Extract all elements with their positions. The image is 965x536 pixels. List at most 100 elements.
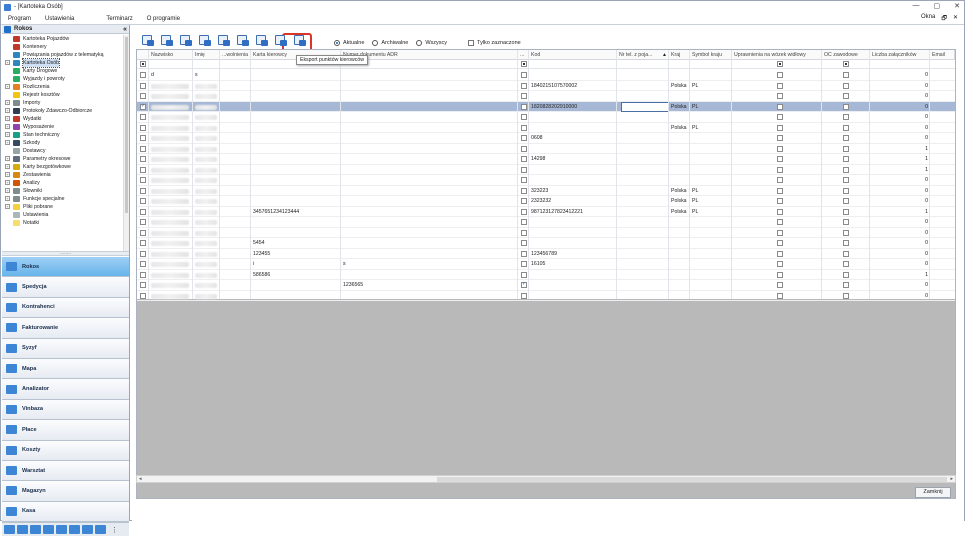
tree-item[interactable]: + Protokoły Zdawczo-Odbiorcze	[2, 107, 122, 115]
radio-archiwalne-label[interactable]: Archiwalne	[381, 40, 408, 46]
grid-cell[interactable]	[669, 270, 690, 280]
row-checkbox[interactable]	[843, 166, 849, 173]
row-checkbox[interactable]	[777, 166, 783, 173]
grid-cell[interactable]	[149, 175, 193, 185]
column-header[interactable]: Email	[930, 50, 955, 60]
grid-cell[interactable]	[193, 270, 220, 280]
table-row[interactable]: 1	[137, 165, 955, 175]
nav-button-mapa[interactable]: Mapa	[2, 358, 129, 380]
table-row[interactable]: 0	[137, 228, 955, 238]
grid-cell[interactable]: 0	[870, 123, 930, 133]
grid-cell[interactable]	[529, 228, 617, 238]
nav-button-magazyn[interactable]: Magazyn	[2, 481, 129, 502]
tree-item[interactable]: + Rozliczenia	[2, 83, 122, 91]
nav-button-rokos[interactable]: Rokos	[2, 257, 129, 278]
grid-cell[interactable]	[251, 81, 341, 91]
grid-cell[interactable]	[529, 123, 617, 133]
grid-cell[interactable]	[690, 217, 732, 227]
grid-cell[interactable]	[193, 228, 220, 238]
column-header[interactable]: ...wolnienia	[220, 50, 251, 60]
add-icon[interactable]	[138, 32, 156, 48]
grid-cell[interactable]: 0	[870, 238, 930, 248]
grid-cell[interactable]	[149, 133, 193, 143]
scroll-thumb[interactable]	[125, 37, 128, 213]
horizontal-scrollbar[interactable]: ◂ ▸	[136, 475, 956, 483]
column-header[interactable]: Kod	[529, 50, 617, 60]
row-checkbox[interactable]	[140, 114, 146, 120]
row-checkbox[interactable]	[777, 250, 783, 257]
grid-cell[interactable]: 2323232	[529, 196, 617, 206]
pane-splitter[interactable]: ........	[2, 251, 129, 256]
print-icon[interactable]	[252, 32, 270, 48]
grid-cell[interactable]	[690, 144, 732, 154]
row-checkbox[interactable]	[521, 103, 527, 110]
row-checkbox[interactable]	[777, 156, 783, 162]
table-row[interactable]: 123455 123456789 0	[137, 249, 955, 259]
grid-cell[interactable]	[341, 207, 518, 217]
row-checkbox[interactable]	[777, 145, 783, 152]
table-row[interactable]: 0	[137, 112, 955, 123]
menu-okna[interactable]: Okna	[921, 14, 935, 24]
nav-button-analizator[interactable]: Analizator	[2, 379, 129, 400]
filter-checkbox[interactable]	[140, 61, 146, 67]
row-checkbox[interactable]	[777, 229, 783, 236]
grid-cell[interactable]	[669, 144, 690, 154]
column-header[interactable]: Liczba załączników	[870, 50, 930, 60]
tree-item[interactable]: + Wyposażenie	[2, 123, 122, 131]
table-row[interactable]: 5454 0	[137, 238, 955, 249]
row-checkbox[interactable]	[777, 261, 783, 267]
grid-cell[interactable]	[251, 144, 341, 154]
column-header[interactable]: Nazwisko	[149, 50, 193, 60]
grid-cell[interactable]: PL	[690, 186, 732, 196]
export-icon[interactable]	[271, 32, 289, 48]
grid-cell[interactable]	[690, 291, 732, 301]
row-checkbox[interactable]	[521, 240, 527, 246]
grid-cell[interactable]	[251, 280, 341, 290]
grid-cell[interactable]	[341, 196, 518, 206]
grid-cell[interactable]	[193, 249, 220, 259]
row-checkbox[interactable]	[843, 292, 849, 299]
grid-cell[interactable]	[341, 175, 518, 185]
row-checkbox[interactable]	[843, 82, 849, 89]
tree-item[interactable]: + Karty bezgotówkowe	[2, 163, 122, 171]
column-header[interactable]: Symbol kraju	[690, 50, 732, 60]
nav-button-koszty[interactable]: Koszty	[2, 440, 129, 461]
column-header[interactable]: OC zawodowe	[822, 50, 870, 60]
table-row[interactable]: 14298 1	[137, 154, 955, 165]
tree-item[interactable]: + Stan techniczny	[2, 131, 122, 139]
expand-icon[interactable]: +	[5, 116, 10, 121]
nav-mini-icon[interactable]	[30, 525, 41, 534]
grid-cell[interactable]: PL	[690, 207, 732, 217]
grid-cell[interactable]	[669, 175, 690, 185]
row-checkbox[interactable]	[140, 219, 146, 225]
close-icon[interactable]: ✕	[954, 2, 960, 10]
grid-cell[interactable]	[529, 217, 617, 227]
grid-cell[interactable]	[149, 91, 193, 101]
menu-terminarz[interactable]: Terminarz	[99, 16, 139, 22]
row-checkbox[interactable]	[843, 187, 849, 194]
document-icon[interactable]	[195, 32, 213, 48]
grid-cell[interactable]: Polska	[669, 186, 690, 196]
grid-cell[interactable]	[251, 196, 341, 206]
grid-cell[interactable]	[251, 291, 341, 301]
grid-cell[interactable]	[251, 186, 341, 196]
grid-cell[interactable]	[669, 70, 690, 80]
close-child-icon[interactable]: ✕	[953, 14, 958, 24]
grid-cell[interactable]	[149, 165, 193, 175]
grid-cell[interactable]: 0	[870, 133, 930, 143]
row-checkbox[interactable]	[140, 240, 146, 246]
tree-item[interactable]: + Słowniki	[2, 187, 122, 195]
sort-ascending-icon[interactable]: ▲	[662, 50, 667, 60]
grid-cell[interactable]: Polska	[669, 207, 690, 217]
grid-cell[interactable]: 0	[870, 91, 930, 101]
row-checkbox[interactable]	[843, 145, 849, 152]
grid-cell[interactable]	[669, 228, 690, 238]
row-checkbox[interactable]	[843, 261, 849, 267]
grid-cell[interactable]	[193, 165, 220, 175]
grid-cell[interactable]: 0	[870, 70, 930, 80]
row-checkbox[interactable]	[521, 135, 527, 141]
nav-mini-icon[interactable]	[69, 525, 80, 534]
grid-cell[interactable]: 1	[870, 154, 930, 164]
grid-cell[interactable]	[341, 291, 518, 301]
grid-cell[interactable]	[669, 154, 690, 164]
